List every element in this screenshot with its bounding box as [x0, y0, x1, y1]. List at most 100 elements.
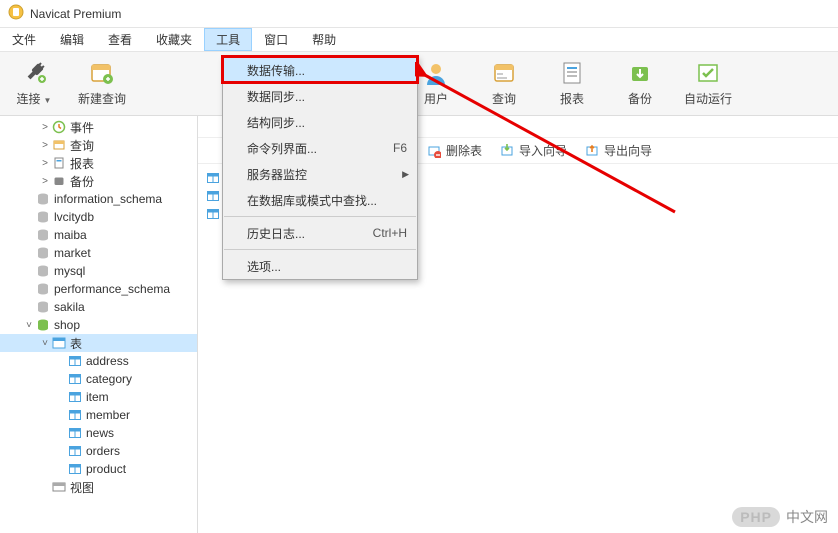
- ctx-item[interactable]: 数据同步...: [223, 83, 417, 109]
- database-icon: [36, 264, 54, 278]
- tool-report-label: 报表: [560, 90, 584, 107]
- tree-tables-node[interactable]: ˅ 表: [0, 334, 197, 352]
- chevron-right-icon: ▶: [402, 169, 409, 180]
- menu-tools[interactable]: 工具: [204, 28, 252, 51]
- backup-icon: [626, 56, 654, 90]
- menu-edit[interactable]: 编辑: [48, 28, 96, 51]
- tool-backup-label: 备份: [628, 90, 652, 107]
- tools-menu[interactable]: 数据传输...数据同步...结构同步...命令列界面...F6服务器监控▶在数据…: [222, 56, 418, 280]
- app-title: Navicat Premium: [30, 7, 121, 21]
- report-icon: [558, 56, 586, 90]
- main-toolbar: 连接▼ 新建查询 事▼ 用户 查询 报表 备份: [0, 52, 838, 116]
- tool-automation-label: 自动运行: [684, 90, 732, 107]
- obj-import-label: 导入向导: [519, 142, 567, 159]
- ctx-item[interactable]: 数据传输...: [223, 57, 417, 83]
- menu-window[interactable]: 窗口: [252, 28, 300, 51]
- watermark-pill: PHP: [732, 507, 780, 527]
- view-icon: [52, 480, 70, 494]
- database-icon: [36, 246, 54, 260]
- tool-query-label: 查询: [492, 90, 516, 107]
- export-icon: [585, 144, 599, 158]
- tree-table[interactable]: orders: [0, 442, 197, 460]
- tree-db[interactable]: mysql: [0, 262, 197, 280]
- database-icon: [36, 282, 54, 296]
- query-icon: [490, 56, 518, 90]
- database-icon: [36, 300, 54, 314]
- tool-connect[interactable]: 连接▼: [0, 56, 68, 112]
- tree-db-label: shop: [54, 318, 80, 332]
- menu-view[interactable]: 查看: [96, 28, 144, 51]
- table-icon: [68, 390, 86, 404]
- tree-db[interactable]: performance_schema: [0, 280, 197, 298]
- import-icon: [500, 144, 514, 158]
- table-icon: [68, 462, 86, 476]
- tree-item[interactable]: >事件: [0, 118, 197, 136]
- tree-tables-label: 表: [70, 335, 82, 352]
- menu-file[interactable]: 文件: [0, 28, 48, 51]
- menu-favorites[interactable]: 收藏夹: [144, 28, 204, 51]
- tree-db[interactable]: market: [0, 244, 197, 262]
- new-query-icon: [88, 56, 116, 90]
- tree-item[interactable]: >备份: [0, 172, 197, 190]
- tree-db[interactable]: information_schema: [0, 190, 197, 208]
- plug-icon: [20, 56, 48, 90]
- tool-query[interactable]: 查询: [470, 56, 538, 112]
- tree-table[interactable]: product: [0, 460, 197, 478]
- tree-db[interactable]: maiba: [0, 226, 197, 244]
- ctx-item[interactable]: 服务器监控▶: [223, 161, 417, 187]
- ctx-item[interactable]: 选项...: [223, 253, 417, 279]
- backup-icon: [52, 174, 70, 188]
- tree-db-shop[interactable]: ˅ shop: [0, 316, 197, 334]
- obj-export-wizard[interactable]: 导出向导: [578, 140, 659, 162]
- tree-table[interactable]: address: [0, 352, 197, 370]
- table-icon: [68, 372, 86, 386]
- obj-export-label: 导出向导: [604, 142, 652, 159]
- obj-delete-table[interactable]: 删除表: [420, 140, 489, 162]
- table-icon: [68, 354, 86, 368]
- tree-table[interactable]: category: [0, 370, 197, 388]
- tree-table[interactable]: member: [0, 406, 197, 424]
- menu-bar: 文件 编辑 查看 收藏夹 工具 窗口 帮助: [0, 28, 838, 52]
- ctx-item[interactable]: 结构同步...: [223, 109, 417, 135]
- tree-db[interactable]: sakila: [0, 298, 197, 316]
- tool-connect-label: 连接: [17, 92, 41, 106]
- ctx-item[interactable]: 在数据库或模式中查找...: [223, 187, 417, 213]
- menu-help[interactable]: 帮助: [300, 28, 348, 51]
- tool-new-query-label: 新建查询: [78, 90, 126, 107]
- database-icon: [36, 228, 54, 242]
- delete-icon: [427, 144, 441, 158]
- app-logo-icon: [8, 4, 24, 23]
- query-icon: [52, 138, 70, 152]
- report-icon: [52, 156, 70, 170]
- tree-item[interactable]: >查询: [0, 136, 197, 154]
- tool-report[interactable]: 报表: [538, 56, 606, 112]
- tree-table[interactable]: item: [0, 388, 197, 406]
- table-icon: [206, 189, 220, 206]
- tree-table[interactable]: news: [0, 424, 197, 442]
- table-group-icon: [52, 336, 70, 350]
- automation-icon: [694, 56, 722, 90]
- tool-automation[interactable]: 自动运行: [674, 56, 742, 112]
- connection-tree[interactable]: >事件>查询>报表>备份 information_schema lvcitydb…: [0, 116, 198, 533]
- database-icon: [36, 318, 54, 332]
- watermark-text: 中文网: [786, 507, 828, 527]
- tree-views-node[interactable]: 视图: [0, 478, 197, 496]
- tool-new-query[interactable]: 新建查询: [68, 56, 136, 112]
- database-icon: [36, 210, 54, 224]
- tree-item[interactable]: >报表: [0, 154, 197, 172]
- event-icon: [52, 120, 70, 134]
- chevron-down-icon: ▼: [44, 96, 52, 105]
- watermark: PHP 中文网: [732, 507, 828, 527]
- tree-views-label: 视图: [70, 479, 94, 496]
- table-icon: [206, 171, 220, 188]
- database-icon: [36, 192, 54, 206]
- obj-delete-label: 删除表: [446, 142, 482, 159]
- ctx-item[interactable]: 命令列界面...F6: [223, 135, 417, 161]
- tool-backup[interactable]: 备份: [606, 56, 674, 112]
- obj-import-wizard[interactable]: 导入向导: [493, 140, 574, 162]
- table-icon: [206, 207, 220, 224]
- tree-db[interactable]: lvcitydb: [0, 208, 197, 226]
- table-icon: [68, 444, 86, 458]
- ctx-item[interactable]: 历史日志...Ctrl+H: [223, 220, 417, 246]
- user-icon: [422, 56, 450, 90]
